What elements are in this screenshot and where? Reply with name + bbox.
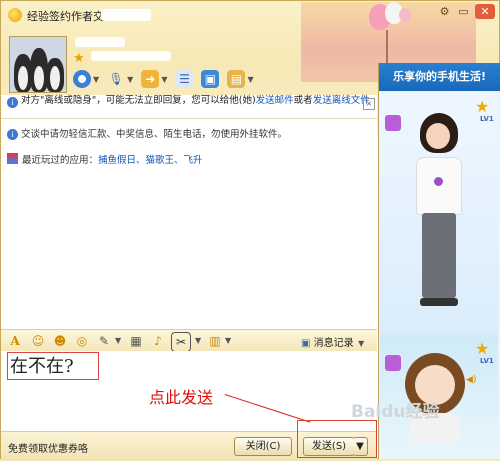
chevron-down-icon[interactable]: ▼ — [127, 75, 133, 84]
chevron-down-icon[interactable]: ▼ — [247, 75, 253, 84]
font-icon[interactable]: A — [6, 332, 24, 350]
coupon-link[interactable]: 免费领取优惠券咯 — [8, 440, 88, 455]
close-notice-icon[interactable]: × — [363, 98, 375, 110]
recent-apps: 最近玩过的应用：捕鱼假日、猫歌王、飞升 — [7, 152, 203, 166]
chat-history[interactable]: i 交谈中请勿轻信汇款、中奖信息、陌生电话，勿使用外挂软件。 最近玩过的应用：捕鱼… — [1, 119, 377, 329]
video-call-icon[interactable] — [73, 70, 91, 88]
microphone-icon[interactable]: 🎙 — [107, 70, 125, 88]
close-button[interactable]: 关闭(C) — [234, 437, 292, 456]
screenshot-scissors-icon[interactable]: ✂ — [171, 332, 191, 352]
message-icon[interactable]: ☰ — [175, 70, 194, 88]
chevron-down-icon[interactable]: ▼ — [115, 336, 121, 345]
gift-box-icon[interactable]: ▥ — [206, 332, 224, 350]
message-log-label: 消息记录 — [313, 338, 354, 349]
qq-show-avatar[interactable]: ★ LV1 — [380, 93, 498, 351]
send-file-icon[interactable]: ➜ — [141, 70, 160, 88]
redacted-nickname — [75, 37, 125, 47]
info-icon: i — [7, 129, 18, 140]
recent-apps-label: 最近玩过的应用： — [22, 155, 99, 166]
settings-icon[interactable]: ⚙ — [437, 5, 452, 19]
info-icon: i — [7, 97, 18, 108]
recent-apps-links[interactable]: 捕鱼假日、猫歌王、飞升 — [98, 155, 203, 166]
offline-notice: i 对方"离线或隐身"，可能无法立即回复，您可以给他(她)发送邮件或者发送离线文… — [1, 95, 377, 119]
mobile-slogan-banner[interactable]: 乐享你的手机生活! — [379, 63, 500, 91]
penguin-figure — [46, 58, 64, 92]
star-icon: ★ — [73, 51, 85, 66]
balloon-decoration — [399, 8, 411, 22]
emoji-icon[interactable]: ☺ — [29, 332, 47, 350]
gift-icon[interactable] — [385, 355, 401, 371]
qq-show-avatar-2[interactable]: ★ LV1 ◀) — [380, 335, 498, 457]
shake-window-icon[interactable]: ◎ — [73, 332, 91, 350]
avatar[interactable] — [9, 36, 67, 93]
qq-penguin-icon — [8, 8, 22, 22]
level-badge: LV1 — [480, 357, 494, 365]
figure-shirt — [416, 157, 462, 215]
safety-tip: i 交谈中请勿轻信汇款、中奖信息、陌生电话，勿使用外挂软件。 — [7, 126, 287, 140]
chevron-down-icon[interactable]: ▼ — [195, 336, 201, 345]
notice-or: 或者 — [293, 95, 313, 106]
chat-toolbar: ▼ 🎙 ▼ ➜ ▼ ☰ ▣ ▤ ▼ — [73, 69, 254, 89]
app-icon — [7, 153, 18, 164]
redacted-name — [101, 9, 151, 21]
chevron-down-icon[interactable]: ▼ — [225, 336, 231, 345]
message-log-button[interactable]: ▣ 消息记录 ▼ — [301, 334, 364, 349]
send-offline-file-link[interactable]: 发送离线文件 — [313, 95, 370, 106]
restore-button[interactable]: ▭ — [456, 5, 471, 19]
baidu-watermark: Baidu经验 — [351, 402, 440, 422]
level-star-icon: ★ — [475, 339, 490, 358]
window-title: 经验签约作者交 — [27, 10, 104, 23]
safety-text: 交谈中请勿轻信汇款、中奖信息、陌生电话，勿使用外挂软件。 — [21, 129, 288, 140]
send-email-link[interactable]: 发送邮件 — [256, 95, 294, 106]
gift-icon[interactable] — [385, 115, 401, 131]
music-icon[interactable]: ♪ — [149, 332, 167, 350]
level-badge: LV1 — [480, 115, 494, 123]
magic-emoji-icon[interactable]: ☻ — [51, 332, 69, 350]
chevron-down-icon[interactable]: ▼ — [93, 75, 99, 84]
redacted-signature — [91, 51, 171, 61]
doodle-icon[interactable]: ✎ — [95, 332, 113, 350]
notice-text: 对方"离线或隐身"，可能无法立即回复，您可以给他(她) — [21, 95, 256, 106]
shirt-logo — [434, 177, 443, 186]
annotation-text: 点此发送 — [149, 388, 214, 407]
app-box-icon[interactable]: ▤ — [227, 70, 246, 88]
sound-icon[interactable]: ◀) — [466, 375, 476, 385]
close-window-button[interactable]: ✕ — [475, 4, 495, 19]
remote-desktop-icon[interactable]: ▣ — [201, 70, 220, 88]
figure-jeans — [422, 213, 456, 298]
image-icon[interactable]: ▦ — [127, 332, 145, 350]
chevron-down-icon[interactable]: ▼ — [161, 75, 167, 84]
level-star-icon: ★ — [475, 97, 490, 116]
chevron-down-icon: ▼ — [355, 339, 365, 348]
chat-window: 经验签约作者交 ⚙ ▭ ✕ ★ ▼ 🎙 ▼ ➜ ▼ ☰ ▣ ▤ ▼ i 对方"离… — [0, 0, 500, 461]
input-toolbar: A ☺ ☻ ◎ ✎ ▼ ▦ ♪ ✂ ▼ ▥ ▼ ▣ 消息记录 ▼ — [1, 329, 377, 352]
send-highlight-box — [297, 420, 377, 458]
figure-shoes — [420, 298, 458, 306]
history-icon: ▣ — [301, 338, 314, 349]
typed-message[interactable]: 在不在? — [7, 352, 99, 380]
figure-face — [426, 123, 450, 149]
